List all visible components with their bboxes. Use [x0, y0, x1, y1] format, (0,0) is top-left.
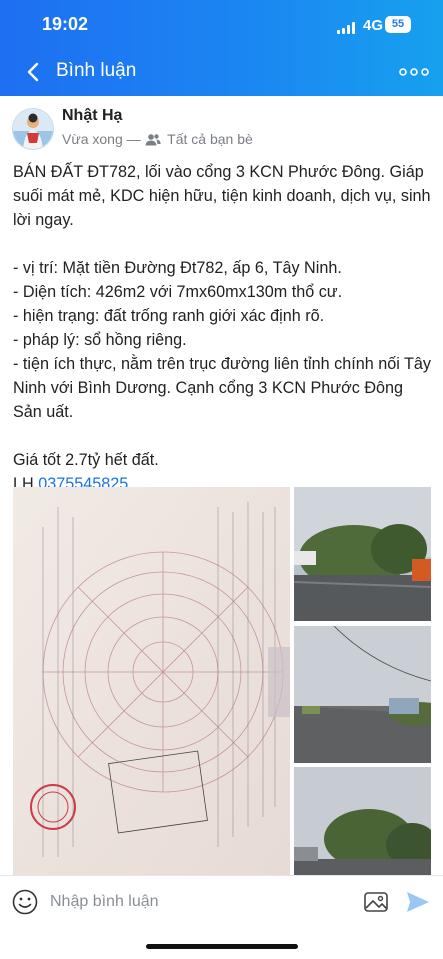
detail-amenities: - tiện ích thực, nằm trên trục đường liê… — [13, 355, 431, 421]
post-content: BÁN ĐẤT ĐT782, lối vào cổng 3 KCN Phước … — [13, 160, 433, 496]
comment-bar — [0, 875, 443, 928]
battery-icon: 55 — [385, 16, 411, 33]
status-time: 19:02 — [42, 14, 89, 34]
photo-road-2[interactable] — [294, 626, 431, 763]
detail-location: - vị trí: Mặt tiền Đường Đt782, ấp 6, Tâ… — [13, 259, 342, 277]
comment-input[interactable] — [50, 888, 340, 916]
post-author[interactable]: Nhật Hạ — [62, 107, 122, 125]
app-header: 19:02 4G 55 Bình luận — [0, 0, 443, 96]
photo-gallery — [13, 487, 431, 875]
detail-area: - Diện tích: 426m2 với 7mx60mx130m thổ c… — [13, 283, 343, 301]
status-bar: 19:02 4G 55 — [0, 0, 443, 50]
emoji-icon[interactable] — [11, 888, 39, 916]
friends-icon — [145, 134, 161, 146]
post-price: Giá tốt 2.7tỷ hết đất. — [13, 451, 159, 469]
back-icon[interactable] — [22, 60, 46, 84]
post-timestamp: Vừa xong — [62, 131, 123, 147]
image-icon[interactable] — [362, 888, 390, 916]
photo-land-certificate[interactable] — [13, 487, 290, 875]
post-header: Nhật Hạ Vừa xong — Tất cả bạn bè — [12, 106, 432, 152]
photo-road-1[interactable] — [294, 487, 431, 621]
post-meta: Vừa xong — Tất cả bạn bè — [62, 131, 253, 147]
avatar[interactable] — [12, 108, 54, 150]
signal-icon — [337, 22, 357, 34]
page-title: Bình luận — [56, 60, 137, 81]
photo-road-3[interactable] — [294, 767, 431, 875]
post-audience: Tất cả bạn bè — [167, 131, 253, 147]
meta-separator: — — [126, 131, 141, 147]
network-type: 4G — [363, 17, 384, 34]
nav-bar: Bình luận — [0, 50, 443, 94]
more-options-icon[interactable] — [398, 62, 430, 82]
detail-legal: - pháp lý: sổ hồng riêng. — [13, 331, 187, 349]
detail-status: - hiện trạng: đất trống ranh giới xác đị… — [13, 307, 325, 325]
post-intro: BÁN ĐẤT ĐT782, lối vào cổng 3 KCN Phước … — [13, 163, 431, 229]
send-icon[interactable] — [405, 889, 431, 915]
home-indicator — [146, 944, 298, 949]
